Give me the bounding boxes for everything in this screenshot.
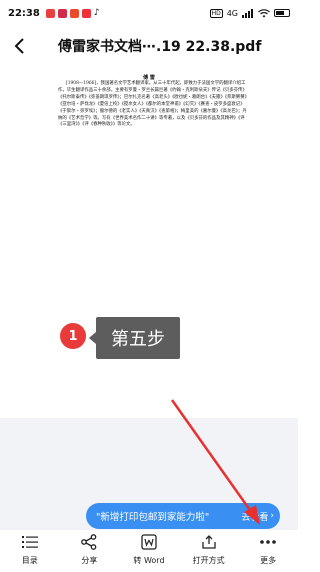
toolbar-item-contents[interactable]: 目录 [0, 530, 60, 572]
status-bar: 22:38 ♪ HD 4G [0, 0, 298, 26]
document-heading: 傅 雷 [143, 75, 155, 81]
toolbar-label: 分享 [81, 556, 98, 565]
network-label: 4G [226, 8, 238, 18]
document-viewer[interactable]: 傅 雷 [1908—1966]，我国著名文学艺术翻译家。从三十年代起，即致力于法… [0, 66, 298, 418]
wifi-icon [258, 8, 270, 17]
toolbar-label: 目录 [21, 556, 38, 565]
list-icon [21, 533, 39, 551]
system-indicators: HD 4G [209, 8, 290, 18]
toolbar-item-to-word[interactable]: 转 Word [119, 530, 179, 572]
step-number-badge: 1 [60, 323, 86, 349]
more-icon [259, 533, 277, 551]
document-title: 傅雷家书文档⋯.19 22.38.pdf [58, 39, 262, 55]
chevron-left-icon [14, 38, 24, 54]
toolbar-label: 打开方式 [192, 556, 225, 565]
tiktok-icon: ♪ [93, 8, 100, 18]
app-notification-icon [57, 8, 67, 18]
toolbar-item-more[interactable]: 更多 [238, 530, 298, 572]
banner-action[interactable]: 去看看 › [241, 510, 274, 523]
document-body: [1908—1966]，我国著名文学艺术翻译家。从三十年代起，即致力于法国文学的… [58, 81, 249, 128]
toolbar-item-open-with[interactable]: 打开方式 [179, 530, 239, 572]
status-time: 22:38 [8, 7, 40, 19]
toolbar-item-share[interactable]: 分享 [60, 530, 120, 572]
share-icon [80, 533, 98, 551]
toolbar-label: 转 Word [133, 556, 165, 565]
signal-icon [242, 8, 253, 18]
chevron-right-icon: › [270, 511, 274, 521]
bottom-toolbar: 目录 分享 转 Word 打开方式 更多 [0, 530, 298, 572]
app-notification-icon [81, 8, 91, 18]
app-notification-icon [45, 8, 55, 18]
open-with-icon [200, 533, 218, 551]
step-tooltip: 第五步 [89, 317, 180, 359]
banner-text: "新增打印包邮到家能力啦" [96, 512, 210, 523]
word-icon [140, 533, 158, 551]
print-promo-banner[interactable]: "新增打印包邮到家能力啦" 去看看 › [86, 503, 280, 529]
notification-icons: ♪ [45, 8, 100, 18]
hd-icon: HD [209, 8, 223, 18]
banner-action-label: 去看看 [241, 512, 269, 523]
toolbar-label: 更多 [260, 556, 277, 565]
back-button[interactable] [0, 26, 40, 66]
title-bar: 傅雷家书文档⋯.19 22.38.pdf [0, 26, 298, 66]
app-notification-icon [69, 8, 79, 18]
battery-icon [274, 9, 290, 17]
